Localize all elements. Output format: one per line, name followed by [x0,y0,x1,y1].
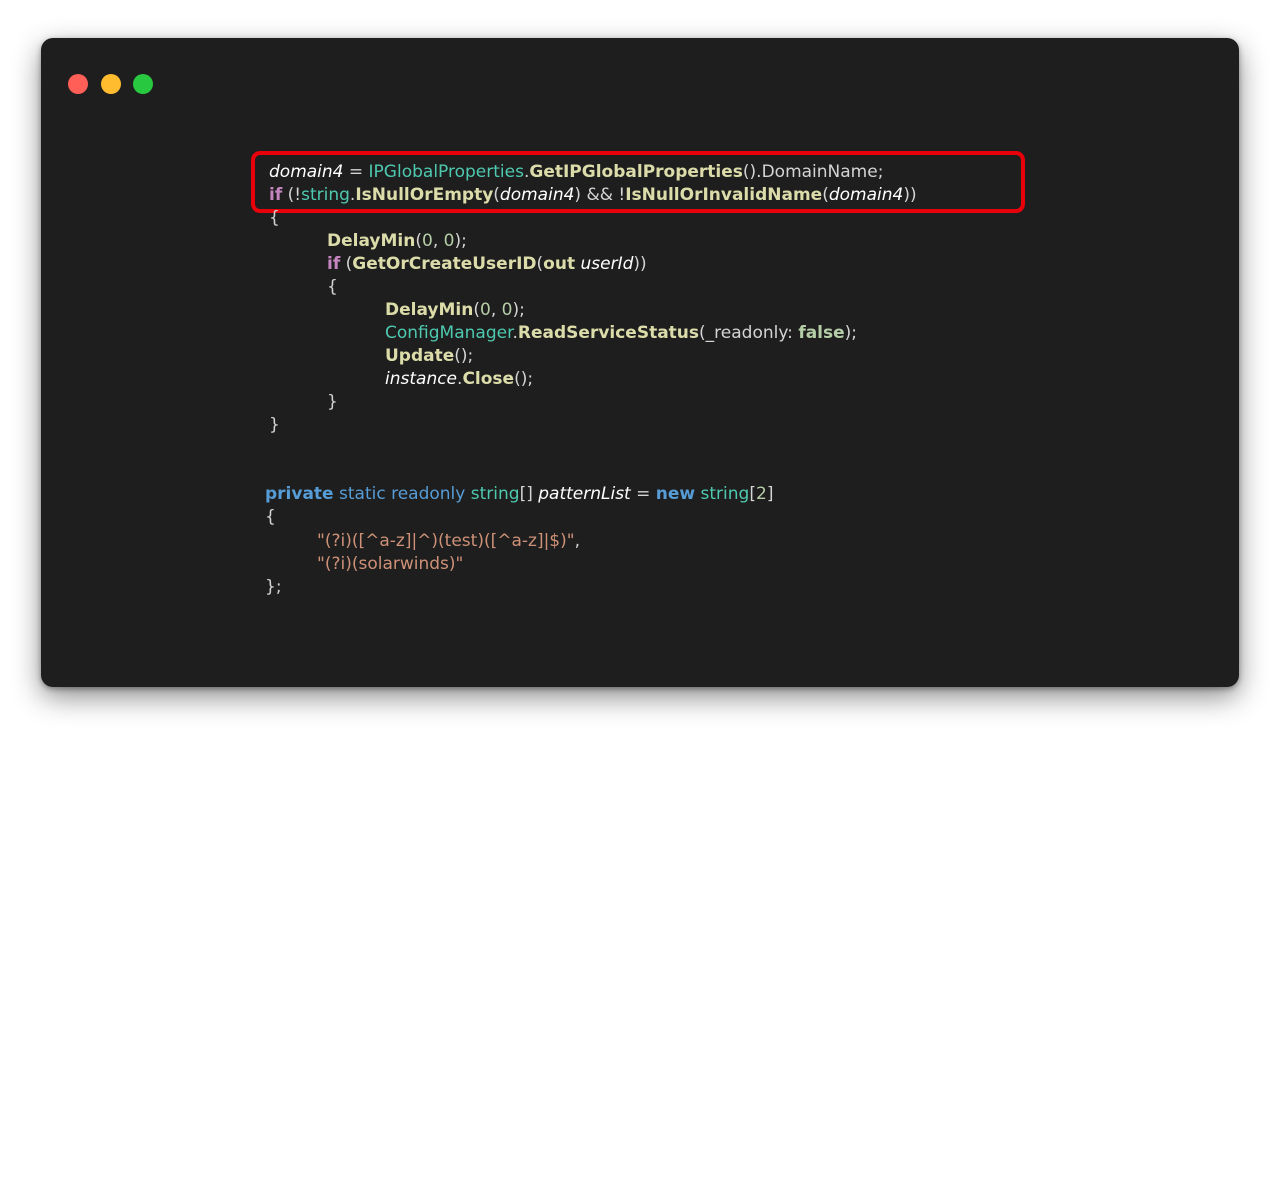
punct-token: ); [454,231,467,251]
punct-token: )) [633,254,647,274]
type-token: string [695,484,750,504]
keyword-token: private [265,484,334,504]
punct-token: , [490,300,502,320]
punct-token: ] [766,484,774,504]
punct-token: [] [519,484,539,504]
punct-token: (! [282,185,302,205]
operator-token: = [343,162,369,182]
brace-token: }; [265,577,282,597]
brace-token: } [327,392,338,412]
punct-token: )) [903,185,917,205]
punct-token: (); [454,346,474,366]
code-line-14: { [265,506,276,529]
string-token: "(?i)([^a-z]|^)(test)([^a-z]|$)" [317,531,575,551]
code-line-8: ConfigManager.ReadServiceStatus(_readonl… [385,322,857,345]
keyword-token: new [655,484,696,504]
punct-token: , [574,531,580,551]
plain-token: ().DomainName; [742,162,884,182]
code-line-4: DelayMin(0, 0); [327,230,467,253]
function-token: IsNullOrEmpty [355,185,494,205]
variable-token: domain4 [269,162,344,182]
code-line-16: "(?i)(solarwinds)" [317,553,463,576]
code-line-11: } [327,391,338,414]
punct-token: ( [340,254,353,274]
code-line-9: Update(); [385,345,473,368]
number-token: 0 [501,300,513,320]
function-token: Update [385,346,455,366]
brace-token: { [269,208,280,228]
punct-token: ( [415,231,422,251]
punct-token: ); [844,323,858,343]
punct-token: ( [822,185,829,205]
string-token: "(?i)(solarwinds)" [317,554,464,574]
variable-token: domain4 [499,185,575,205]
type-token: string [301,185,350,205]
function-token: DelayMin [385,300,474,320]
number-token: 0 [422,231,433,251]
maximize-window-button[interactable] [133,74,153,94]
number-token: 0 [480,300,491,320]
minimize-window-button[interactable] [101,74,121,94]
brace-token: { [265,507,276,527]
keyword-token: if [269,185,283,205]
code-line-1: domain4 = IPGlobalProperties.GetIPGlobal… [269,161,883,184]
code-line-5: if (GetOrCreateUserID(out userId)) [327,253,647,276]
function-token: GetOrCreateUserID [352,254,537,274]
variable-token: instance [385,369,458,389]
number-token: 0 [443,231,455,251]
operator-token: ) && ! [574,185,626,205]
function-token: ReadServiceStatus [517,323,700,343]
punct-token: , [432,231,444,251]
function-token: Close [462,369,515,389]
variable-token: userId [580,254,634,274]
type-token: string [465,484,520,504]
punct-token: [ [749,484,756,504]
variable-token: patternList [538,484,631,504]
code-line-3: { [269,207,280,230]
code-line-13: private static readonly string[] pattern… [265,483,773,506]
function-token: IsNullOrInvalidName [625,185,823,205]
code-line-10: instance.Close(); [385,368,533,391]
code-line-15: "(?i)([^a-z]|^)(test)([^a-z]|$)", [317,530,580,553]
punct-token: ( [493,185,500,205]
punct-token: ( [473,300,480,320]
number-token: 2 [755,484,767,504]
code-line-17: }; [265,576,282,599]
close-window-button[interactable] [68,74,88,94]
code-line-6: { [327,276,338,299]
keyword-token: readonly [385,484,466,504]
function-token: GetIPGlobalProperties [529,162,743,182]
variable-token: domain4 [828,185,904,205]
function-token: DelayMin [327,231,416,251]
boolean-token: false [798,323,845,343]
brace-token: } [269,415,280,435]
argument-token: (_readonly: [699,323,799,343]
keyword-token: if [327,254,341,274]
code-line-2: if (!string.IsNullOrEmpty(domain4) && !I… [269,184,917,207]
keyword-token: static [333,484,386,504]
punct-token: ); [512,300,525,320]
code-line-7: DelayMin(0, 0); [385,299,525,322]
code-block: domain4 = IPGlobalProperties.GetIPGlobal… [265,161,917,1201]
code-line-12: } [269,414,280,437]
type-token: IPGlobalProperties [368,162,524,182]
brace-token: { [327,277,338,297]
operator-token: = [630,484,656,504]
keyword-token: out [543,254,576,274]
type-token: ConfigManager [385,323,513,343]
code-window: domain4 = IPGlobalProperties.GetIPGlobal… [41,38,1239,687]
punct-token: (); [514,369,534,389]
